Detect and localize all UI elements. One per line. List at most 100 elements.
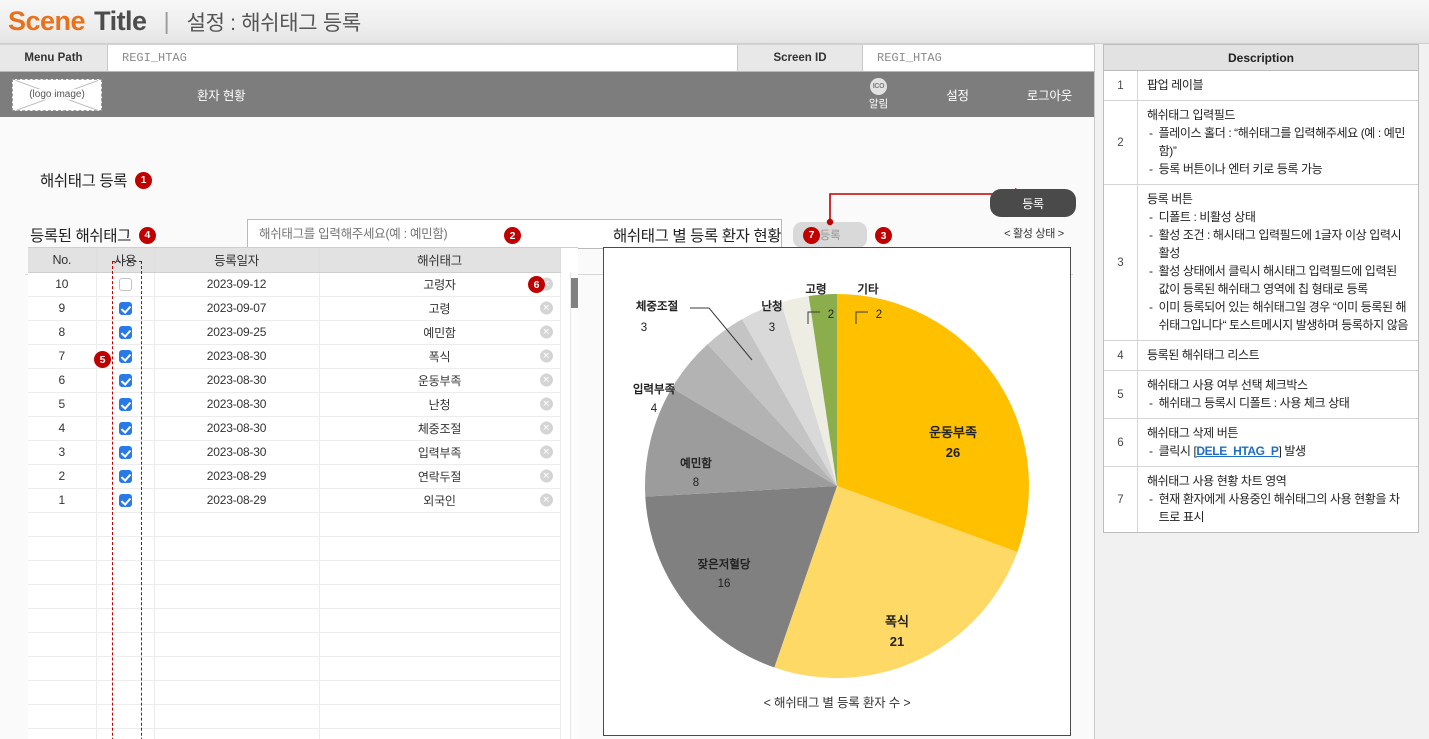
pie-label: 8 <box>693 477 699 489</box>
cell-no: 8 <box>28 320 97 345</box>
use-checkbox[interactable] <box>118 326 132 340</box>
cell-no: 2 <box>28 464 97 489</box>
cell-use[interactable] <box>96 464 155 489</box>
column-header-no: No. <box>28 248 97 273</box>
description-bullet: - 이미 등록되어 있는 해쉬태그일 경우 “이미 등록된 해쉬태그입니다“ 토스… <box>1149 300 1409 332</box>
page-title-label: 해쉬태그 등록 <box>40 173 128 190</box>
cell-use[interactable] <box>96 488 155 513</box>
chart-caption: < 해쉬태그 별 등록 환자 수 > <box>763 696 911 710</box>
table-row-empty <box>28 608 561 633</box>
hashtag-pie-chart-panel: 운동부족 26 폭식 21 잦은저혈당 16 예민함 8 입력부족 4 체중조절 3 난청 3 고령 2 기타 2… <box>603 247 1071 736</box>
column-header-use: 사용 <box>96 248 155 273</box>
delete-tag-icon[interactable]: ✕ <box>539 445 553 459</box>
annotation-badge-1: 1 <box>135 171 153 189</box>
delete-tag-icon[interactable]: ✕ <box>539 373 553 387</box>
pie-label: 2 <box>876 309 882 321</box>
column-header-date: 등록일자 <box>154 248 320 273</box>
description-row: 3 등록 버튼 - 디폴트 : 비활성 상태 - 활성 조건 : 해시태그 입력필드에 1… <box>1104 185 1418 341</box>
pie-label: 운동부족 <box>929 425 977 440</box>
pie-label: 2 <box>828 309 834 321</box>
page-subtitle: 설정 : 해쉬태그 등록 <box>186 11 362 35</box>
menu-path-value: REGI_HTAG <box>108 44 738 71</box>
use-checkbox[interactable] <box>118 446 132 460</box>
use-checkbox[interactable] <box>118 374 132 388</box>
table-row-empty <box>28 656 561 681</box>
use-checkbox[interactable] <box>118 398 132 412</box>
pie-label: 3 <box>769 322 775 334</box>
scene-word: Scene <box>8 6 86 36</box>
use-checkbox[interactable] <box>118 278 132 292</box>
cell-use[interactable] <box>96 368 155 393</box>
table-row[interactable]: 2 2023-08-29 연락두절 ✕ <box>28 464 561 489</box>
table-header-row: No. 사용 등록일자 해쉬태그 <box>28 248 561 273</box>
cell-date: 2023-08-29 <box>154 464 320 489</box>
annotation-badge-3: 3 <box>875 227 892 244</box>
table-row[interactable]: 8 2023-09-25 예민함 ✕ <box>28 320 561 345</box>
delete-tag-icon[interactable]: ✕ <box>539 301 553 315</box>
delete-tag-icon[interactable]: ✕ <box>539 349 553 363</box>
table-row[interactable]: 6 2023-08-30 운동부족 ✕ <box>28 368 561 393</box>
use-checkbox[interactable] <box>118 494 132 508</box>
chart-title: 해쉬태그 별 등록 환자 현황 <box>613 228 782 245</box>
cell-date: 2023-08-30 <box>154 344 320 369</box>
registered-tags-heading: 등록된 해쉬태그 4 <box>30 224 156 246</box>
delete-tag-icon[interactable]: ✕ <box>539 493 553 507</box>
cell-use[interactable] <box>96 320 155 345</box>
delete-tag-icon[interactable]: ✕ <box>539 397 553 411</box>
description-bullet: - 디폴트 : 비활성 상태 <box>1149 210 1256 224</box>
table-row-empty <box>28 512 561 537</box>
table-scrollbar-track[interactable] <box>570 272 578 739</box>
cell-use[interactable] <box>96 440 155 465</box>
description-bullet: - 활성 상태에서 클릭시 해시태그 입력필드에 입력된 값이 등록된 해쉬태그 … <box>1149 264 1397 296</box>
description-bullet: - 클릭시 [DELE_HTAG_P] 발생 <box>1149 444 1306 458</box>
nav-item-logout[interactable]: 로그아웃 <box>1027 85 1072 104</box>
delete-tag-icon[interactable]: ✕ <box>539 421 553 435</box>
cell-use[interactable] <box>96 296 155 321</box>
pie-label: 16 <box>718 578 731 590</box>
logo-placeholder-image: (logo image) <box>12 78 102 111</box>
table-row[interactable]: 9 2023-09-07 고령 ✕ <box>28 296 561 321</box>
use-checkbox[interactable] <box>118 422 132 436</box>
pie-label: 3 <box>641 322 647 334</box>
notification-button[interactable]: ICO 알림 <box>869 78 888 111</box>
cell-use[interactable] <box>96 272 155 297</box>
scene-title-bar: Scene Title | 설정 : 해쉬태그 등록 <box>0 0 1429 44</box>
registered-tags-table: No. 사용 등록일자 해쉬태그 10 2023-09-12 고령자 ✕ 9 2023-0… <box>28 248 561 739</box>
table-scrollbar-thumb[interactable] <box>571 278 578 308</box>
cell-date: 2023-09-25 <box>154 320 320 345</box>
table-row[interactable]: 1 2023-08-29 외국인 ✕ <box>28 488 561 513</box>
cell-use[interactable] <box>96 416 155 441</box>
bell-icon: ICO <box>870 78 888 95</box>
table-row[interactable]: 3 2023-08-30 입력부족 ✕ <box>28 440 561 465</box>
delete-tag-icon[interactable]: ✕ <box>539 469 553 483</box>
pie-label: 난청 <box>761 299 782 313</box>
use-checkbox[interactable] <box>118 350 132 364</box>
table-row[interactable]: 10 2023-09-12 고령자 ✕ <box>28 272 561 297</box>
nav-right-group: ICO 알림 설정 로그아웃 <box>869 78 1072 111</box>
active-state-caption: < 활성 상태 > <box>1004 228 1064 240</box>
table-row[interactable]: 4 2023-08-30 체중조절 ✕ <box>28 416 561 441</box>
cell-use[interactable] <box>96 392 155 417</box>
cell-date: 2023-09-12 <box>154 272 320 297</box>
cell-tag: 체중조절 ✕ <box>319 416 561 441</box>
register-button-active[interactable]: 등록 <box>990 189 1076 217</box>
cell-date: 2023-08-29 <box>154 488 320 513</box>
description-row-number: 2 <box>1104 101 1138 184</box>
screen-id-value: REGI_HTAG <box>863 44 1095 71</box>
registered-tags-table-wrap[interactable]: No. 사용 등록일자 해쉬태그 10 2023-09-12 고령자 ✕ 9 2023-0… <box>28 247 578 739</box>
cell-no: 1 <box>28 488 97 513</box>
pie-label: 고령 <box>805 283 826 296</box>
annotation-badge-6: 6 <box>528 276 545 293</box>
delete-tag-icon[interactable]: ✕ <box>539 325 553 339</box>
nav-item-patient-status[interactable]: 환자 현황 <box>197 85 246 104</box>
description-bullet: - 활성 조건 : 해시태그 입력필드에 1글자 이상 입력시 활성 <box>1149 228 1402 260</box>
table-row[interactable]: 5 2023-08-30 난청 ✕ <box>28 392 561 417</box>
use-checkbox[interactable] <box>118 470 132 484</box>
cell-date: 2023-09-07 <box>154 296 320 321</box>
column-header-tag: 해쉬태그 <box>319 248 561 273</box>
pie-label: 예민함 <box>680 456 712 470</box>
cell-date: 2023-08-30 <box>154 416 320 441</box>
use-checkbox[interactable] <box>118 302 132 316</box>
description-row: 4 등록된 해쉬태그 리스트 <box>1104 341 1418 371</box>
nav-item-settings[interactable]: 설정 <box>946 85 969 104</box>
